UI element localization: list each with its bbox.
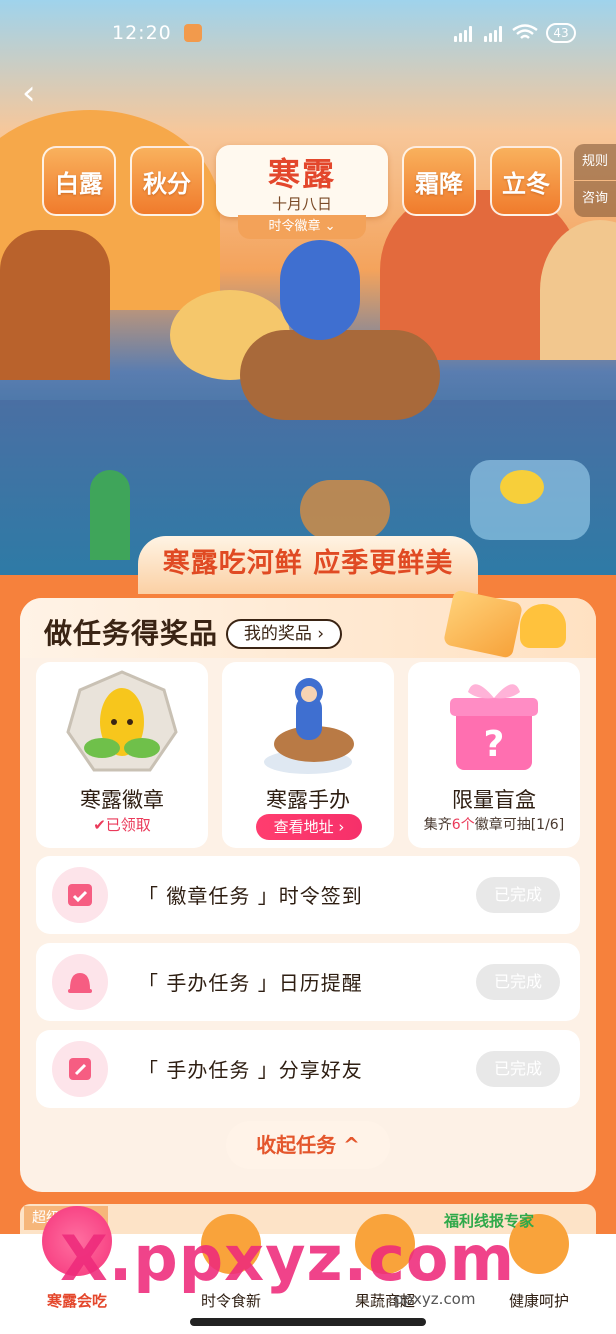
watermark: X.ppxyz.com: [60, 1222, 516, 1295]
corn-badge-icon: [66, 670, 178, 772]
task-label: 「 手办任务 」分享好友: [138, 1058, 363, 1082]
active-term-name: 寒露: [267, 155, 336, 193]
share-icon: [52, 1041, 108, 1097]
chevron-up-icon: ^: [343, 1133, 360, 1157]
app-notification-icon: [184, 24, 202, 42]
task-done-button[interactable]: 已完成: [476, 877, 560, 913]
task-label: 「 手办任务 」日历提醒: [138, 971, 363, 995]
slogan-banner: 寒露吃河鲜 应季更鲜美: [138, 536, 478, 594]
prize-card-badge[interactable]: 寒露徽章 ✔已领取: [36, 662, 208, 848]
otter-reflection: [300, 480, 390, 540]
prize-status: ✔已领取: [36, 814, 208, 835]
my-prizes-label: 我的奖品: [243, 624, 312, 644]
seaweed: [90, 470, 130, 560]
status-time: 12:20: [112, 22, 172, 44]
tab-shuangjiang[interactable]: 霜降: [402, 146, 476, 216]
hero-illustration: [0, 0, 616, 600]
tab-bailu[interactable]: 白露: [42, 146, 116, 216]
task-label: 「 徽章任务 」时令签到: [138, 884, 363, 908]
rules-button[interactable]: 规则: [574, 144, 616, 180]
my-prizes-button[interactable]: 我的奖品 ›: [226, 619, 342, 649]
blindbox-desc-suffix: 徽章可抽[1/6]: [474, 817, 565, 833]
figure-toy-icon: [264, 678, 354, 774]
blindbox-desc-prefix: 集齐: [423, 817, 452, 833]
tab-qiufen[interactable]: 秋分: [130, 146, 204, 216]
view-address-button[interactable]: 查看地址 ›: [256, 814, 362, 840]
svg-text:?: ?: [484, 724, 505, 765]
tab-hanlu-active[interactable]: 寒露 十月八日: [216, 145, 388, 217]
chevron-right-icon: ›: [317, 624, 325, 644]
home-indicator[interactable]: [190, 1318, 426, 1326]
term-badge-dropdown[interactable]: 时令徽章 ⌄: [238, 215, 366, 239]
task-row-signin: 「 徽章任务 」时令签到 已完成: [36, 856, 580, 934]
calendar-check-icon: [52, 867, 108, 923]
prize-name: 寒露徽章: [80, 788, 164, 812]
check-circle-icon: ✔: [93, 816, 106, 834]
tab-lidong[interactable]: 立冬: [490, 146, 562, 216]
watermark-logo: 福利线报专家: [444, 1212, 535, 1230]
blindbox-desc: 集齐6个徽章可抽[1/6]: [408, 814, 580, 834]
chevron-down-icon: ⌄: [324, 219, 336, 234]
prize-card-figure[interactable]: 寒露手办 查看地址 ›: [222, 662, 394, 848]
prize-name: 限量盲盒: [452, 788, 536, 812]
signal-icon: [454, 24, 472, 42]
bell-icon: [52, 954, 108, 1010]
term-badge-label: 时令徽章: [268, 219, 321, 234]
prize-card-blindbox[interactable]: ? 限量盲盒 集齐6个徽章可抽[1/6]: [408, 662, 580, 848]
wifi-icon: [512, 24, 538, 39]
prize-name: 寒露手办: [266, 788, 350, 812]
panel-title: 做任务得奖品: [44, 617, 219, 650]
collapse-label: 收起任务: [256, 1133, 337, 1157]
blindbox-desc-count: 6个: [451, 817, 475, 833]
mystery-box-icon: ?: [450, 684, 538, 770]
fish: [500, 470, 544, 504]
chevron-right-icon: ›: [338, 818, 345, 836]
task-done-button[interactable]: 已完成: [476, 1051, 560, 1087]
collapse-tasks-button[interactable]: 收起任务 ^: [226, 1121, 390, 1169]
prize-status-text: 已领取: [105, 816, 151, 834]
task-row-reminder: 「 手办任务 」日历提醒 已完成: [36, 943, 580, 1021]
back-chevron-icon[interactable]: ‹: [22, 76, 50, 110]
rock-left: [0, 230, 110, 380]
watermark-url: ppxyz.com: [394, 1290, 476, 1308]
status-bar: 12:20 43: [0, 20, 616, 48]
active-term-date: 十月八日: [271, 195, 332, 213]
task-row-share: 「 手办任务 」分享好友 已完成: [36, 1030, 580, 1108]
bell-decoration-icon: [520, 604, 566, 648]
otter: [240, 330, 440, 420]
signal-icon: [484, 24, 502, 42]
task-done-button[interactable]: 已完成: [476, 964, 560, 1000]
battery-indicator: 43: [546, 23, 576, 43]
character: [280, 240, 360, 340]
view-address-label: 查看地址: [273, 818, 334, 836]
consult-button[interactable]: 咨询: [574, 181, 616, 217]
